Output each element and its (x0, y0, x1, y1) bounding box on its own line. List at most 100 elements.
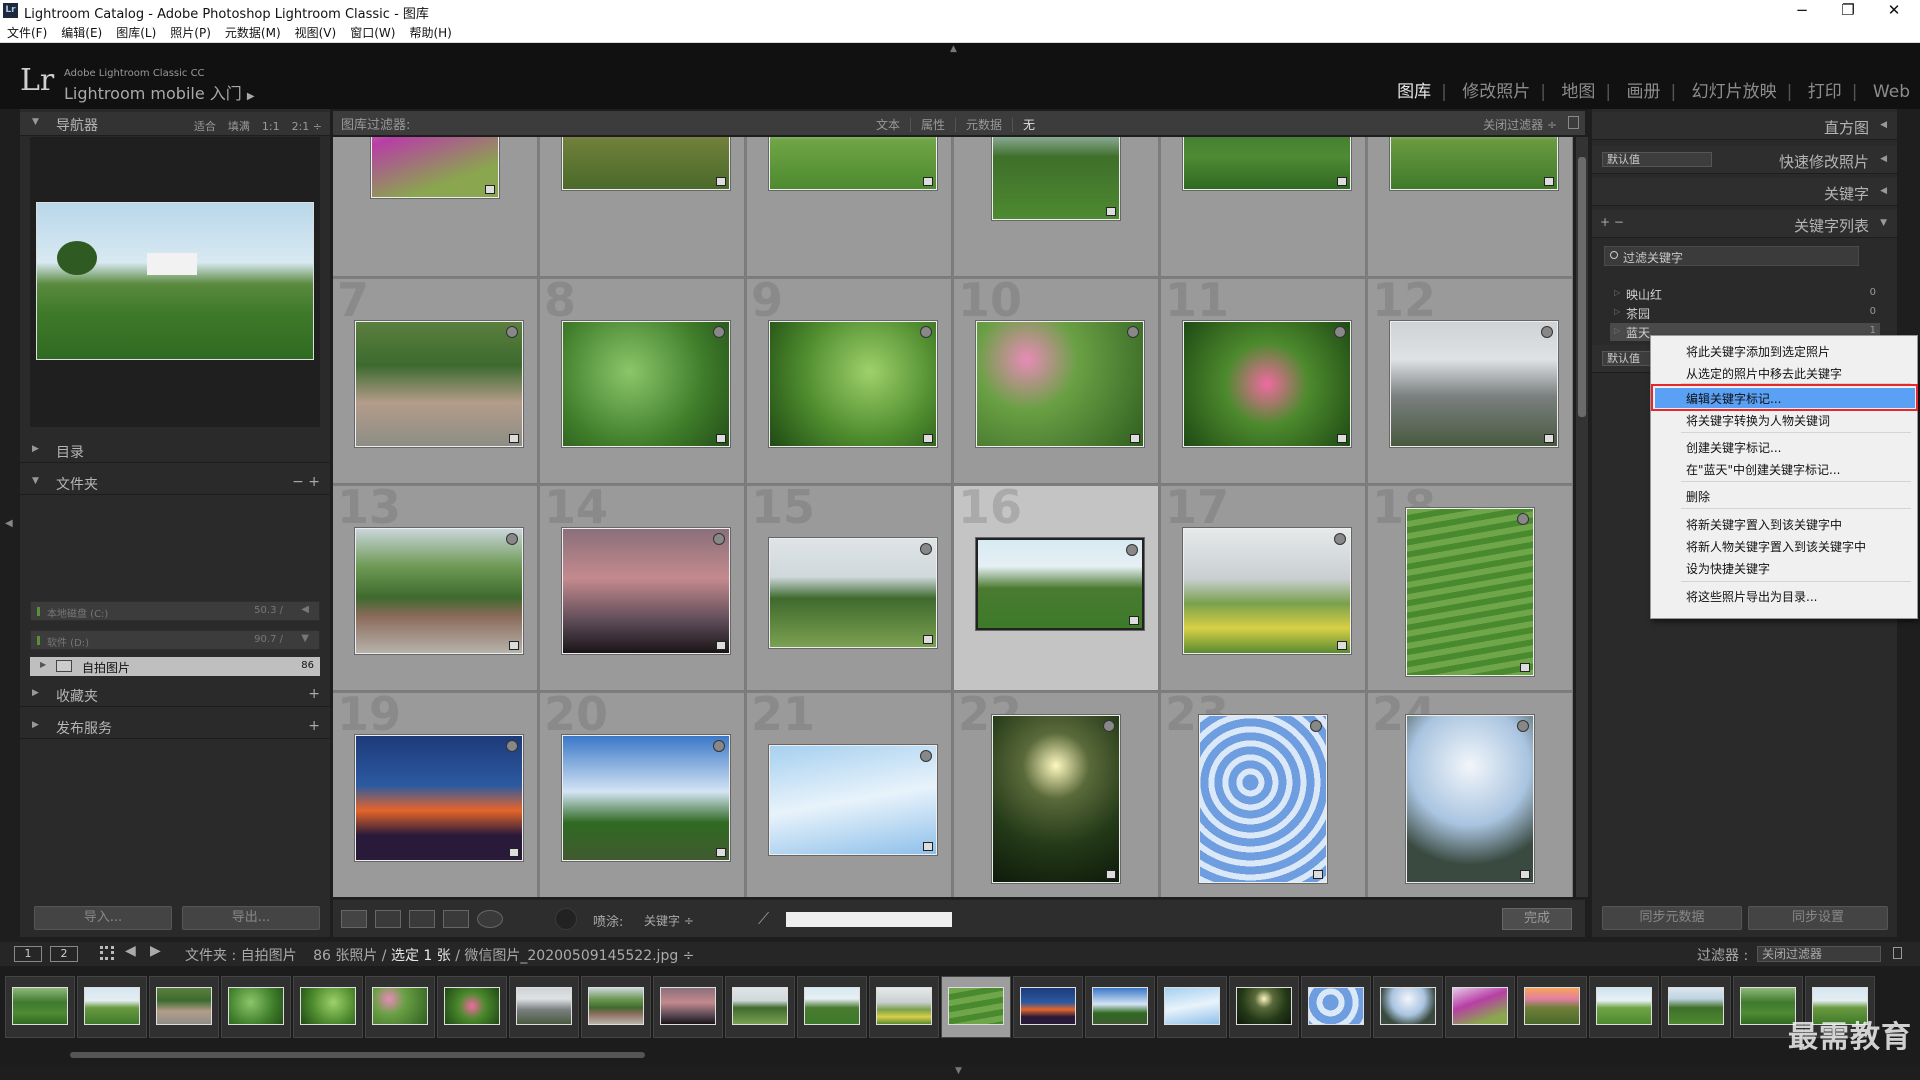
context-menu-item[interactable]: 创建关键字标记... (1655, 437, 1915, 457)
people-view-icon[interactable] (477, 910, 503, 928)
photo-thumbnail[interactable] (1406, 508, 1534, 676)
grid-cell[interactable]: 19 (333, 693, 538, 897)
quick-collection-dot-icon[interactable] (1126, 544, 1138, 556)
context-menu-item[interactable]: 从选定的照片中移去此关键字 (1655, 363, 1915, 383)
forward-arrow-icon[interactable]: ▶ (150, 943, 161, 959)
quick-collection-dot-icon[interactable] (1103, 720, 1115, 732)
volume-c[interactable]: 本地磁盘 (C:) 50.3 / ◀ (30, 601, 320, 621)
filmstrip-thumbnail[interactable] (1157, 976, 1227, 1038)
filmstrip-thumbnail[interactable] (1229, 976, 1299, 1038)
filter-tab-metadata[interactable]: 元数据 (956, 118, 1014, 132)
quick-collection-dot-icon[interactable] (1127, 326, 1139, 338)
filmstrip-source-path[interactable]: 文件夹 : 自拍图片 86 张照片 / 选定 1 张 / 微信图片_202005… (185, 945, 694, 965)
menu-file[interactable]: 文件(F) (0, 22, 54, 41)
bottom-panel-toggle-icon[interactable]: ▼ (955, 1066, 962, 1076)
filter-lock-icon[interactable] (1893, 947, 1902, 959)
context-menu-item[interactable]: 在"蓝天"中创建关键字标记... (1655, 459, 1915, 479)
grid-cell[interactable]: 15 (747, 486, 952, 691)
grid-cell[interactable]: 20 (540, 693, 745, 897)
grid-cell[interactable]: 9 (747, 279, 952, 484)
zoom-fill[interactable]: 填满 (228, 120, 250, 133)
filter-tab-none[interactable]: 无 (1013, 118, 1045, 132)
filmstrip-thumbnail[interactable] (797, 976, 867, 1038)
collections-header[interactable]: ▶ 收藏夹 + (20, 683, 330, 707)
filmstrip-thumbnail[interactable] (5, 976, 75, 1038)
photo-thumbnail[interactable] (355, 735, 523, 861)
photo-thumbnail[interactable] (1390, 321, 1558, 447)
photo-thumbnail[interactable] (1183, 321, 1351, 447)
grid-cell[interactable]: 21 (747, 693, 952, 897)
import-button[interactable]: 导入... (34, 906, 172, 930)
quick-collection-dot-icon[interactable] (920, 543, 932, 555)
publish-header[interactable]: ▶ 发布服务 + (20, 715, 330, 739)
quick-collection-dot-icon[interactable] (1517, 513, 1529, 525)
filmstrip-thumbnail[interactable] (653, 976, 723, 1038)
filmstrip-filter-select[interactable]: 关闭过滤器 (1757, 946, 1881, 962)
volume-d[interactable]: 软件 (D:) 90.7 / ▼ (30, 630, 320, 650)
filmstrip-thumbnail[interactable] (77, 976, 147, 1038)
photo-thumbnail[interactable] (992, 137, 1120, 220)
filmstrip-scrollbar[interactable] (70, 1052, 645, 1058)
add-collection-button[interactable]: + (308, 686, 320, 702)
grid-cell[interactable] (954, 137, 1159, 277)
grid-cell[interactable]: 12 (1368, 279, 1573, 484)
folders-header[interactable]: ▼ 文件夹 − + (20, 471, 330, 495)
photo-thumbnail[interactable] (976, 538, 1144, 630)
module-develop[interactable]: 修改照片 (1452, 82, 1540, 102)
export-button[interactable]: 导出... (182, 906, 320, 930)
folder-add-remove[interactable]: − + (292, 474, 320, 490)
keyword-row[interactable]: ▷ 映山红 0 (1610, 285, 1880, 303)
back-arrow-icon[interactable]: ◀ (125, 943, 136, 959)
photo-thumbnail[interactable] (355, 528, 523, 654)
secondary-window-button[interactable]: 2 (50, 946, 78, 962)
filmstrip[interactable] (0, 966, 1920, 1065)
navigator-preview[interactable] (30, 137, 320, 427)
photo-thumbnail[interactable] (976, 321, 1144, 447)
add-publish-button[interactable]: + (308, 718, 320, 734)
close-button[interactable]: ✕ (1871, 0, 1917, 22)
navigator-header[interactable]: ▼ 导航器 适合 填满 1:1 2:1 ÷ (20, 112, 330, 136)
photo-thumbnail[interactable] (1183, 137, 1351, 190)
quick-collection-dot-icon[interactable] (1310, 720, 1322, 732)
grid-cell[interactable]: 14 (540, 486, 745, 691)
photo-thumbnail[interactable] (769, 321, 937, 447)
menu-help[interactable]: 帮助(H) (402, 22, 458, 41)
photo-thumbnail[interactable] (562, 321, 730, 447)
filter-preset-select[interactable]: 关闭过滤器 ÷ (1483, 116, 1557, 133)
quick-develop-preset[interactable]: 默认值 (1602, 152, 1712, 167)
filmstrip-thumbnail[interactable] (365, 976, 435, 1038)
sync-metadata-button[interactable]: 同步元数据 (1602, 906, 1742, 930)
photo-thumbnail[interactable] (769, 745, 937, 855)
photo-thumbnail[interactable] (1199, 715, 1327, 883)
left-panel-toggle-icon[interactable]: ◀ (5, 518, 13, 529)
grid-scrollbar[interactable] (1576, 137, 1588, 897)
module-library[interactable]: 图库 (1387, 82, 1441, 102)
filmstrip-thumbnail[interactable] (1589, 976, 1659, 1038)
filter-tab-attribute[interactable]: 属性 (911, 118, 957, 132)
context-menu-item[interactable]: 设为快捷关键字 (1655, 558, 1915, 578)
filmstrip-thumbnail[interactable] (725, 976, 795, 1038)
menu-library[interactable]: 图库(L) (109, 22, 163, 41)
sync-settings-button[interactable]: 同步设置 (1748, 906, 1888, 930)
zoom-2-1[interactable]: 2:1 ÷ (292, 120, 322, 133)
menu-photo[interactable]: 照片(P) (163, 22, 218, 41)
photo-thumbnail[interactable] (1406, 715, 1534, 883)
filmstrip-thumbnail[interactable] (1445, 976, 1515, 1038)
photo-thumbnail[interactable] (769, 137, 937, 190)
photo-thumbnail[interactable] (1390, 137, 1558, 190)
quick-collection-dot-icon[interactable] (506, 533, 518, 545)
module-web[interactable]: Web (1863, 82, 1910, 102)
grid-cell[interactable]: 7 (333, 279, 538, 484)
minimize-button[interactable]: − (1779, 0, 1825, 22)
quick-collection-dot-icon[interactable] (1334, 533, 1346, 545)
photo-thumbnail[interactable] (1183, 528, 1351, 654)
survey-view-icon[interactable] (443, 910, 469, 928)
histogram-header[interactable]: 直方图 ◀ (1592, 112, 1897, 140)
catalog-header[interactable]: ▶ 目录 (20, 439, 330, 463)
keyword-filter-input[interactable]: 过滤关键字 (1604, 246, 1859, 266)
grid-cell[interactable]: 24 (1368, 693, 1573, 897)
filmstrip-thumbnail[interactable] (221, 976, 291, 1038)
photo-grid[interactable]: 7 8 9 10 11 12 13 14 15 16 17 18 19 20 21 22 23 24 (333, 137, 1573, 897)
menu-metadata[interactable]: 元数据(M) (218, 22, 288, 41)
quick-collection-dot-icon[interactable] (713, 326, 725, 338)
